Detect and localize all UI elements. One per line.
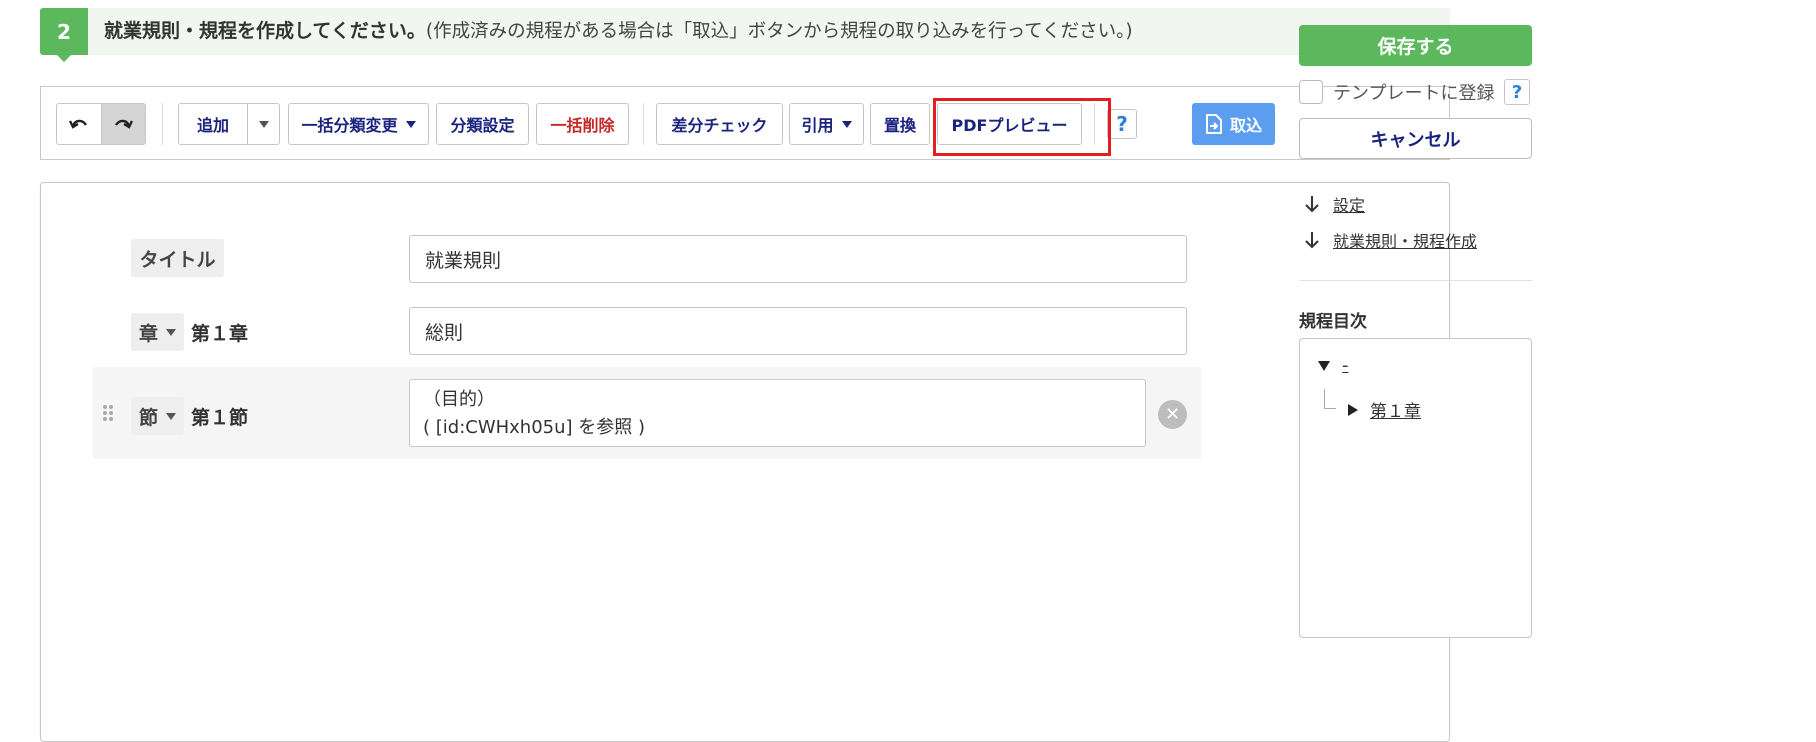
side-divider [1299, 280, 1532, 281]
template-register-checkbox[interactable] [1299, 80, 1323, 104]
chapter-type-select[interactable]: 章 [131, 313, 184, 351]
template-register-row: テンプレートに登録 [1299, 76, 1494, 108]
title-tag: タイトル [131, 239, 224, 277]
toolbar-divider [1094, 103, 1095, 145]
chapter-title-input[interactable]: 総則 [409, 307, 1187, 355]
toc-root-link[interactable]: - [1342, 355, 1349, 376]
import-label: 取込 [1229, 116, 1262, 135]
regulation-editor: タイトル 就業規則 章 第１章 総則 節 第１節 （目的） ( [id:CWHx… [40, 182, 1450, 742]
toc-chapter-item: 第１章 [1348, 397, 1421, 422]
category-settings-button[interactable]: 分類設定 [436, 103, 529, 145]
drag-handle-icon[interactable] [103, 405, 115, 423]
toc-root-item: - [1318, 355, 1349, 376]
toc-panel: - 第１章 [1299, 338, 1532, 638]
triangle-right-icon[interactable] [1348, 403, 1358, 416]
arrow-down-icon [1301, 231, 1323, 249]
triangle-down-icon[interactable] [1318, 360, 1330, 371]
step-header: 2 就業規則・規程を作成してください。(作成済みの規程がある場合は「取込」ボタン… [40, 8, 1450, 62]
settings-link[interactable]: 設定 [1333, 192, 1365, 216]
chapter-number: 第１章 [191, 323, 249, 345]
editor-toolbar: 追加 一括分類変更 分類設定 一括削除 差分チェック 引用 置換 PDFプレビュ… [40, 86, 1450, 160]
bulk-category-label: 一括分類変更 [301, 116, 398, 135]
regulation-create-link[interactable]: 就業規則・規程作成 [1333, 228, 1477, 252]
toolbar-help-button[interactable]: ? [1107, 109, 1137, 139]
file-import-icon [1205, 114, 1222, 134]
import-button[interactable]: 取込 [1192, 103, 1275, 145]
chapter-type-label: 章 [138, 322, 158, 345]
section-type-label: 節 [138, 406, 158, 429]
quote-button[interactable]: 引用 [789, 103, 864, 145]
step-instruction: 就業規則・規程を作成してください。(作成済みの規程がある場合は「取込」ボタンから… [104, 8, 1133, 55]
undo-icon [68, 119, 87, 129]
add-dropdown-toggle[interactable] [248, 104, 279, 144]
chevron-down-icon [258, 120, 269, 128]
chevron-down-icon [166, 328, 176, 336]
step-title: 就業規則・規程を作成してください。 [104, 20, 426, 42]
section-heading-text: （目的） [423, 389, 495, 410]
delete-row-button[interactable]: ✕ [1158, 400, 1187, 429]
toolbar-divider [643, 103, 644, 145]
add-split-button: 追加 [178, 103, 280, 145]
undo-redo-group [56, 103, 146, 145]
bulk-category-button[interactable]: 一括分類変更 [288, 103, 429, 145]
tree-connector [1324, 389, 1336, 409]
section-number: 第１節 [191, 407, 249, 429]
arrow-down-icon [1301, 195, 1323, 213]
cancel-button[interactable]: キャンセル [1299, 118, 1532, 159]
section-content-input[interactable]: （目的） ( [id:CWHxh05u] を参照 ) [409, 379, 1146, 447]
save-button[interactable]: 保存する [1299, 25, 1532, 66]
add-button[interactable]: 追加 [179, 104, 248, 144]
step-note: (作成済みの規程がある場合は「取込」ボタンから規程の取り込みを行ってください。) [425, 21, 1133, 42]
quote-label: 引用 [801, 116, 834, 135]
bulk-delete-button[interactable]: 一括削除 [536, 103, 629, 145]
redo-icon [115, 119, 134, 129]
section-reference-text: ( [id:CWHxh05u] を参照 ) [423, 417, 646, 438]
template-help-button[interactable]: ? [1504, 79, 1530, 105]
toc-chapter-link[interactable]: 第１章 [1370, 397, 1421, 422]
replace-button[interactable]: 置換 [870, 103, 930, 145]
chevron-down-icon [166, 412, 176, 420]
toc-title: 規程目次 [1299, 312, 1367, 332]
toolbar-divider [162, 103, 163, 145]
pdf-preview-button[interactable]: PDFプレビュー [937, 103, 1082, 145]
step-number: 2 [40, 8, 88, 62]
anchor-link-settings: 設定 [1301, 189, 1365, 219]
diff-check-button[interactable]: 差分チェック [656, 103, 783, 145]
anchor-link-create: 就業規則・規程作成 [1301, 225, 1477, 255]
chevron-down-icon [841, 120, 852, 128]
title-input[interactable]: 就業規則 [409, 235, 1187, 283]
redo-button[interactable] [100, 104, 145, 144]
chevron-down-icon [405, 120, 416, 128]
close-icon: ✕ [1164, 404, 1181, 425]
section-type-select[interactable]: 節 [131, 397, 184, 435]
template-register-label: テンプレートに登録 [1333, 83, 1495, 104]
undo-button[interactable] [57, 104, 101, 144]
